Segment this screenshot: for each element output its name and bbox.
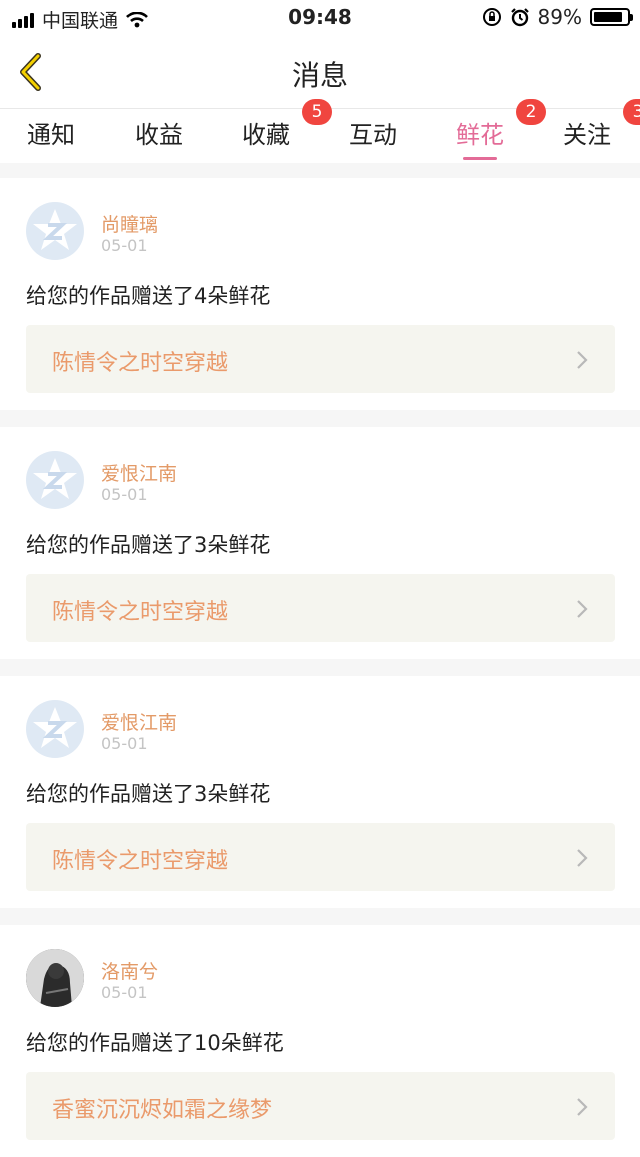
tab-badge: 3 — [623, 99, 640, 125]
sender-name[interactable]: 尚瞳璃 — [101, 210, 158, 237]
work-link[interactable]: 陈情令之时空穿越 — [26, 325, 615, 393]
chevron-right-icon — [577, 849, 588, 867]
work-link[interactable]: 陈情令之时空穿越 — [26, 823, 615, 891]
default-avatar-icon — [33, 458, 77, 499]
sender-name[interactable]: 爱恨江南 — [101, 459, 177, 486]
default-avatar-icon — [33, 209, 77, 250]
tab-label: 关注 — [563, 121, 611, 149]
avatar[interactable] — [26, 949, 84, 1007]
battery-icon — [590, 8, 633, 26]
message-card: 爱恨江南 05-01 给您的作品赠送了3朵鲜花 陈情令之时空穿越 — [0, 427, 640, 659]
tab-label: 收益 — [135, 121, 183, 149]
user-photo-icon — [26, 949, 84, 1007]
tab-follows[interactable]: 关注 3 — [542, 99, 640, 150]
chevron-right-icon — [577, 600, 588, 618]
message-date: 05-01 — [101, 734, 148, 753]
message-text: 给您的作品赠送了10朵鲜花 — [26, 1031, 284, 1055]
avatar[interactable] — [26, 451, 84, 509]
tab-label: 互动 — [349, 121, 397, 149]
status-bar: 中国联通 09:48 89% — [0, 0, 640, 36]
tab-flowers[interactable]: 鲜花 2 — [435, 99, 546, 160]
work-title: 陈情令之时空穿越 — [52, 351, 229, 376]
work-title: 陈情令之时空穿越 — [52, 600, 229, 625]
tab-notifications[interactable]: 通知 — [6, 115, 96, 150]
chevron-right-icon — [577, 351, 588, 369]
message-text: 给您的作品赠送了4朵鲜花 — [26, 284, 271, 308]
default-avatar-icon — [33, 707, 77, 748]
tab-bar: 通知 收益 收藏 5 互动 鲜花 2 关注 3 — [0, 99, 640, 163]
rotation-lock-icon — [482, 8, 501, 26]
battery-percent: 89% — [537, 5, 582, 29]
battery-fill — [594, 12, 623, 22]
message-card: 洛南兮 05-01 给您的作品赠送了10朵鲜花 香蜜沉沉烬如霜之缘梦 — [0, 925, 640, 1157]
tab-interactions[interactable]: 互动 — [328, 115, 418, 150]
message-date: 05-01 — [101, 983, 148, 1002]
work-link[interactable]: 香蜜沉沉烬如霜之缘梦 — [26, 1072, 615, 1140]
message-date: 05-01 — [101, 236, 148, 255]
tab-label: 通知 — [27, 121, 75, 149]
status-right: 89% — [482, 5, 633, 29]
avatar[interactable] — [26, 202, 84, 260]
active-tab-indicator — [463, 157, 497, 160]
tab-label: 收藏 — [242, 121, 290, 149]
message-card: 尚瞳璃 05-01 给您的作品赠送了4朵鲜花 陈情令之时空穿越 — [0, 178, 640, 410]
message-card: 爱恨江南 05-01 给您的作品赠送了3朵鲜花 陈情令之时空穿越 — [0, 676, 640, 908]
work-title: 陈情令之时空穿越 — [52, 849, 229, 874]
message-date: 05-01 — [101, 485, 148, 504]
tab-favorites[interactable]: 收藏 5 — [221, 99, 332, 150]
avatar[interactable] — [26, 700, 84, 758]
chevron-right-icon — [577, 1098, 588, 1116]
message-text: 给您的作品赠送了3朵鲜花 — [26, 782, 271, 806]
message-text: 给您的作品赠送了3朵鲜花 — [26, 533, 271, 557]
tab-earnings[interactable]: 收益 — [114, 115, 204, 150]
sender-name[interactable]: 洛南兮 — [101, 957, 158, 984]
tab-label: 鲜花 — [456, 121, 504, 149]
alarm-icon — [510, 8, 529, 27]
work-title: 香蜜沉沉烬如霜之缘梦 — [52, 1098, 273, 1123]
work-link[interactable]: 陈情令之时空穿越 — [26, 574, 615, 642]
sender-name[interactable]: 爱恨江南 — [101, 708, 177, 735]
page-title: 消息 — [291, 59, 348, 92]
